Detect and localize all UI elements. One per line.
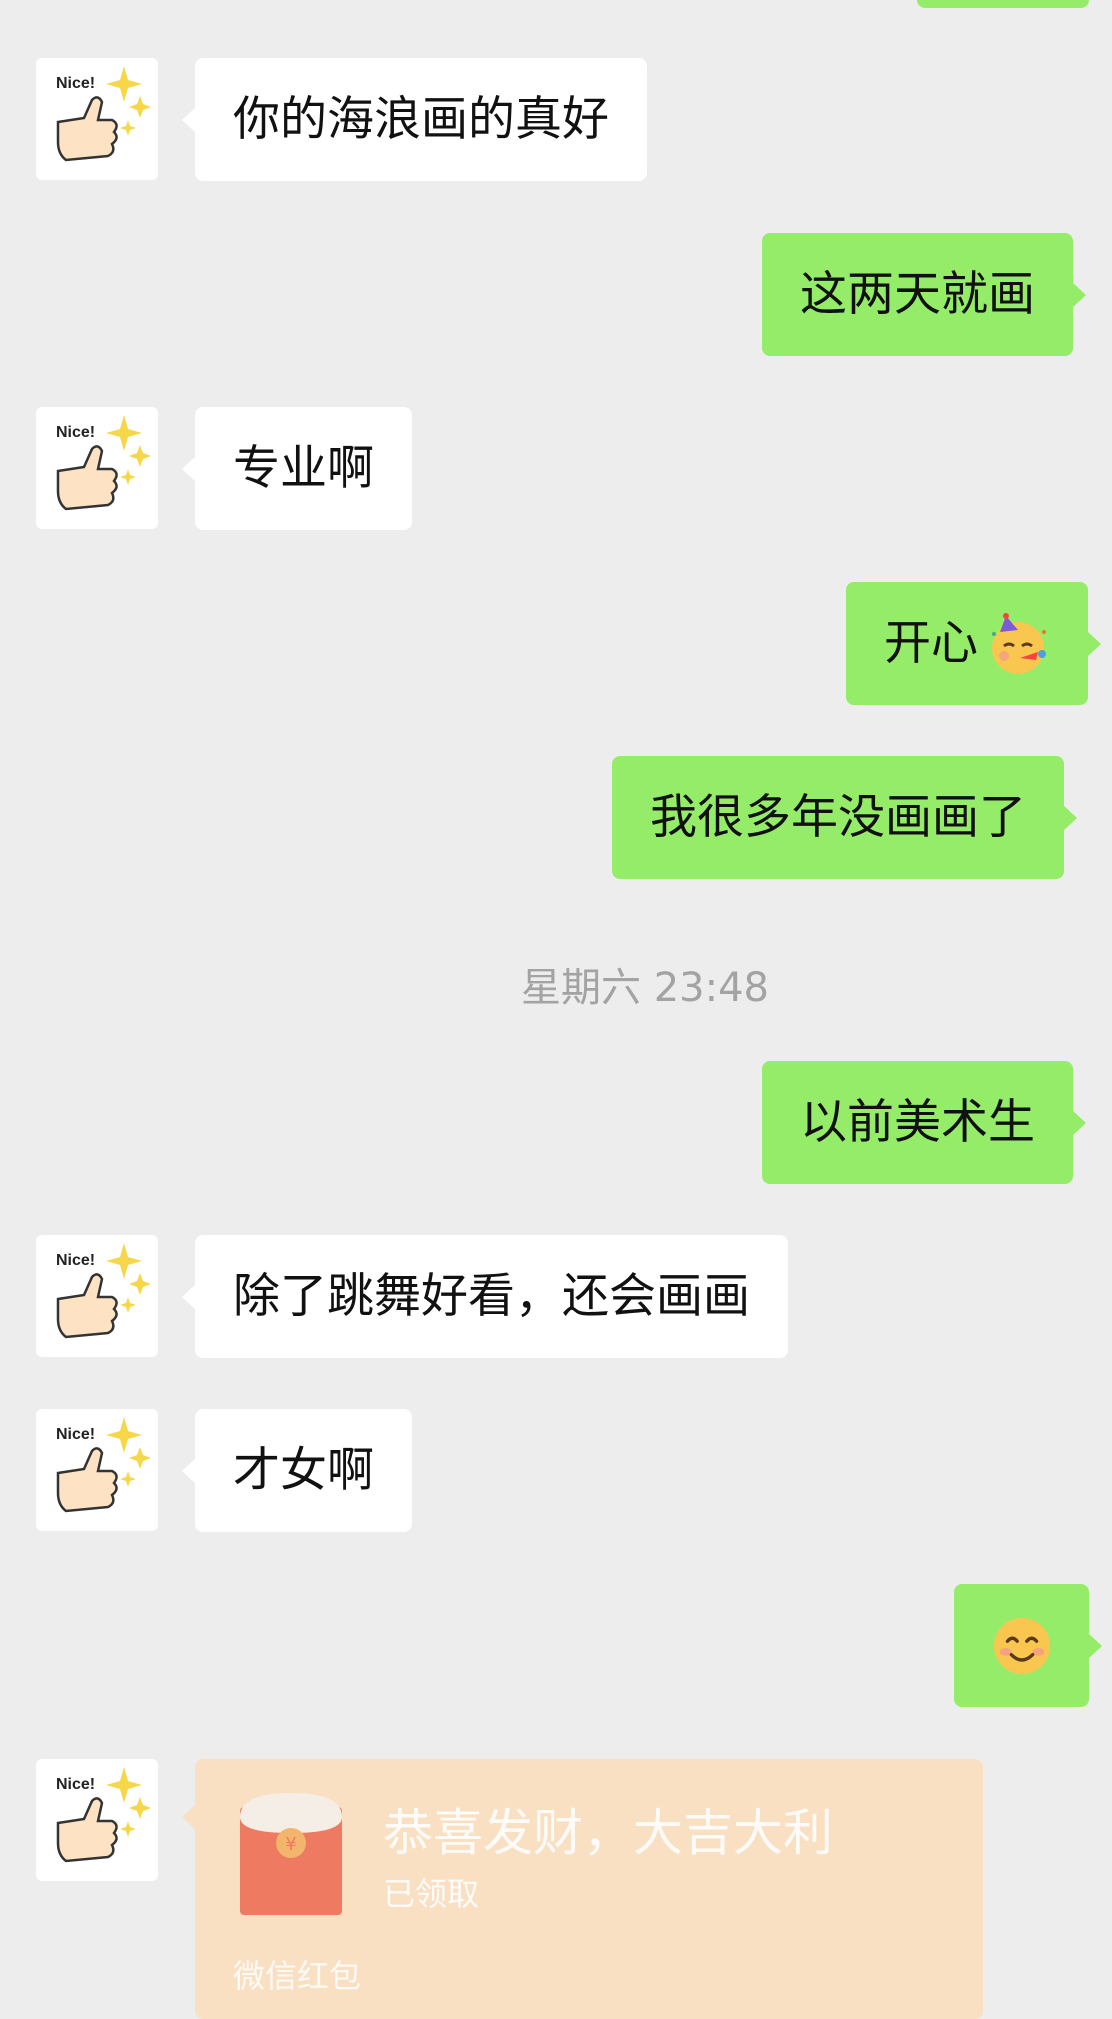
incoming-message[interactable]: 除了跳舞好看，还会画画 [182,1235,788,1358]
red-packet-message[interactable]: ¥ 恭喜发财，大吉大利 已领取 微信红包 [182,1759,983,2019]
svg-text:¥: ¥ [285,1834,296,1855]
avatar-nice-label: Nice! [56,1426,95,1443]
message-text: 以前美术生 [800,1095,1035,1150]
thumbs-up-sticker-icon: Nice! [56,1767,151,1863]
partial-outgoing-bubble[interactable] [917,0,1089,8]
avatar-nice-label: Nice! [56,75,95,92]
thumbs-up-sticker-icon: Nice! [56,415,151,511]
avatar-nice-label: Nice! [56,1252,95,1269]
thumbs-up-sticker-icon: Nice! [56,1417,151,1513]
red-packet-footer: 微信红包 [233,1957,362,1995]
contact-avatar[interactable]: Nice! [36,1759,158,1881]
avatar-nice-label: Nice! [56,1776,95,1793]
thumbs-up-sticker-icon: Nice! [56,66,151,162]
message-text: 我很多年没画画了 [650,790,1026,845]
incoming-message[interactable]: 才女啊 [182,1409,412,1532]
contact-avatar[interactable]: Nice! [36,58,158,180]
message-text: 专业啊 [233,441,374,496]
thumbs-up-sticker-icon: Nice! [56,1243,151,1339]
party-face-emoji-icon [992,612,1046,674]
red-envelope-icon: ¥ [240,1793,342,1915]
message-text: 除了跳舞好看，还会画画 [233,1269,750,1324]
outgoing-message[interactable] [954,1584,1102,1707]
avatar-nice-label: Nice! [56,424,95,441]
contact-avatar[interactable]: Nice! [36,1409,158,1531]
message-text: 你的海浪画的真好 [233,92,609,147]
message-text: 这两天就画 [800,267,1035,322]
outgoing-message[interactable]: 开心 [846,582,1101,705]
message-text: 才女啊 [233,1443,374,1498]
contact-avatar[interactable]: Nice! [36,407,158,529]
smiling-face-emoji-icon [993,1617,1050,1674]
message-timestamp: 星期六 23:48 [521,965,769,1011]
red-packet-title: 恭喜发财，大吉大利 [383,1804,833,1862]
incoming-message[interactable]: 你的海浪画的真好 [182,58,647,181]
red-packet-status: 已领取 [383,1875,480,1913]
outgoing-message[interactable]: 我很多年没画画了 [612,756,1077,879]
message-text: 开心 [884,616,978,671]
contact-avatar[interactable]: Nice! [36,1235,158,1357]
incoming-message[interactable]: 专业啊 [182,407,412,530]
outgoing-message[interactable]: 这两天就画 [762,233,1086,356]
outgoing-message[interactable]: 以前美术生 [762,1061,1086,1184]
